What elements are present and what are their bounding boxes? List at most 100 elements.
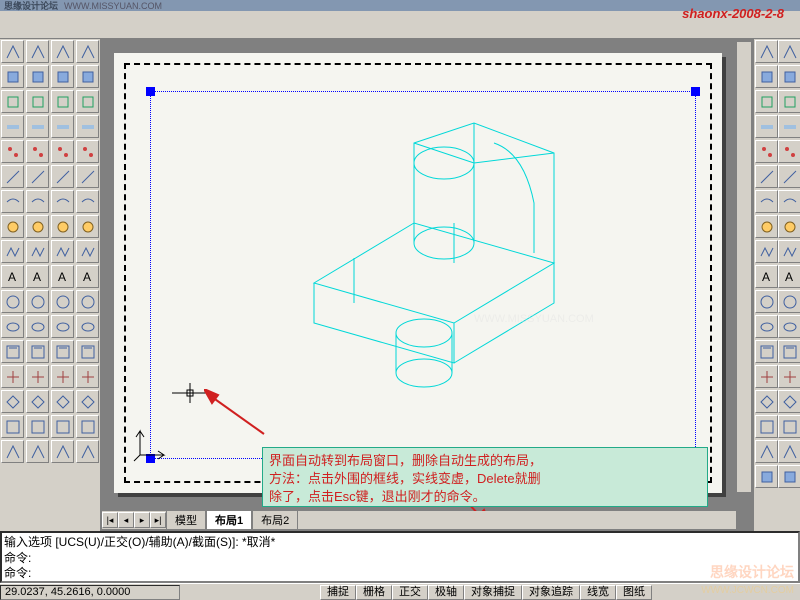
view-tool-button[interactable] (778, 290, 800, 313)
edit-tool-button[interactable] (76, 415, 99, 438)
draw-tool-button[interactable] (1, 240, 24, 263)
draw-tool-button[interactable] (1, 290, 24, 313)
view-tool-button[interactable] (778, 415, 800, 438)
solid-tool-button[interactable] (51, 115, 74, 138)
solid-tool-button[interactable] (51, 40, 74, 63)
solid-tool-button[interactable] (51, 140, 74, 163)
object-tool-button[interactable] (755, 215, 778, 238)
osnap-toggle[interactable]: 对象捕捉 (464, 585, 522, 600)
modify-tool-button[interactable] (26, 290, 49, 313)
object-tool-button[interactable] (755, 315, 778, 338)
ortho-toggle[interactable]: 正交 (392, 585, 428, 600)
edit-tool-button[interactable] (76, 115, 99, 138)
modify-tool-button[interactable] (26, 65, 49, 88)
draw-tool-button[interactable] (1, 40, 24, 63)
edit-tool-button[interactable] (76, 40, 99, 63)
view-tool-button[interactable] (778, 440, 800, 463)
draw-tool-button[interactable] (1, 440, 24, 463)
solid-tool-button[interactable] (51, 90, 74, 113)
modify-tool-button[interactable] (26, 415, 49, 438)
object-tool-button[interactable] (755, 140, 778, 163)
solid-tool-button[interactable] (51, 215, 74, 238)
lineweight-toggle[interactable]: 线宽 (580, 585, 616, 600)
edit-tool-button[interactable] (76, 315, 99, 338)
draw-tool-button[interactable] (1, 115, 24, 138)
view-tool-button[interactable] (778, 190, 800, 213)
paper-space[interactable]: 界面自动转到布局窗口，删除自动生成的布局， 方法：点击外围的框线，实线变虚，De… (102, 41, 734, 509)
edit-tool-button[interactable] (76, 215, 99, 238)
object-tool-button[interactable] (755, 390, 778, 413)
solid-tool-button[interactable] (51, 415, 74, 438)
paper-toggle[interactable]: 图纸 (616, 585, 652, 600)
grid-toggle[interactable]: 栅格 (356, 585, 392, 600)
solid-tool-button[interactable] (51, 290, 74, 313)
object-tool-button[interactable] (755, 165, 778, 188)
edit-tool-button[interactable] (76, 290, 99, 313)
modify-tool-button[interactable] (26, 340, 49, 363)
view-tool-button[interactable] (778, 340, 800, 363)
object-tool-button[interactable] (755, 40, 778, 63)
solid-tool-button[interactable] (51, 365, 74, 388)
view-tool-button[interactable] (778, 315, 800, 338)
vertical-scrollbar[interactable] (736, 41, 752, 493)
grip-handle[interactable] (691, 87, 700, 96)
command-line[interactable]: 输入选项 [UCS(U)/正交(O)/辅助(A)/截面(S)]: *取消* 命令… (0, 531, 800, 583)
edit-tool-button[interactable] (76, 440, 99, 463)
edit-tool-button[interactable]: A (76, 265, 99, 288)
modify-tool-button[interactable] (26, 40, 49, 63)
otrack-toggle[interactable]: 对象追踪 (522, 585, 580, 600)
tab-nav-first[interactable]: |◂ (102, 512, 118, 528)
modify-tool-button[interactable] (26, 315, 49, 338)
modify-tool-button[interactable] (26, 215, 49, 238)
tab-nav-prev[interactable]: ◂ (118, 512, 134, 528)
solid-tool-button[interactable] (51, 65, 74, 88)
solid-tool-button[interactable] (51, 190, 74, 213)
draw-tool-button[interactable] (1, 390, 24, 413)
modify-tool-button[interactable] (26, 140, 49, 163)
object-tool-button[interactable] (755, 115, 778, 138)
solid-tool-button[interactable]: A (51, 265, 74, 288)
draw-tool-button[interactable] (1, 65, 24, 88)
solid-tool-button[interactable] (51, 165, 74, 188)
view-tool-button[interactable]: A (778, 265, 800, 288)
draw-tool-button[interactable] (1, 215, 24, 238)
object-tool-button[interactable] (755, 190, 778, 213)
view-tool-button[interactable] (778, 140, 800, 163)
edit-tool-button[interactable] (76, 165, 99, 188)
draw-tool-button[interactable] (1, 415, 24, 438)
snap-toggle[interactable]: 捕捉 (320, 585, 356, 600)
solid-tool-button[interactable] (51, 340, 74, 363)
modify-tool-button[interactable] (26, 190, 49, 213)
solid-tool-button[interactable] (51, 315, 74, 338)
tab-nav-next[interactable]: ▸ (134, 512, 150, 528)
view-tool-button[interactable] (778, 465, 800, 488)
modify-tool-button[interactable] (26, 365, 49, 388)
view-tool-button[interactable] (778, 65, 800, 88)
edit-tool-button[interactable] (76, 90, 99, 113)
object-tool-button[interactable] (755, 290, 778, 313)
edit-tool-button[interactable] (76, 390, 99, 413)
tab-layout2[interactable]: 布局2 (252, 511, 298, 530)
tab-layout1[interactable]: 布局1 (206, 511, 252, 530)
edit-tool-button[interactable] (76, 240, 99, 263)
view-tool-button[interactable] (778, 365, 800, 388)
draw-tool-button[interactable] (1, 315, 24, 338)
solid-tool-button[interactable] (51, 240, 74, 263)
draw-tool-button[interactable]: A (1, 265, 24, 288)
object-tool-button[interactable] (755, 365, 778, 388)
view-tool-button[interactable] (778, 40, 800, 63)
tab-model[interactable]: 模型 (166, 511, 206, 530)
draw-tool-button[interactable] (1, 365, 24, 388)
object-tool-button[interactable] (755, 415, 778, 438)
modify-tool-button[interactable] (26, 115, 49, 138)
modify-tool-button[interactable] (26, 240, 49, 263)
object-tool-button[interactable] (755, 340, 778, 363)
object-tool-button[interactable]: A (755, 265, 778, 288)
edit-tool-button[interactable] (76, 65, 99, 88)
object-tool-button[interactable] (755, 465, 778, 488)
draw-tool-button[interactable] (1, 190, 24, 213)
view-tool-button[interactable] (778, 240, 800, 263)
modify-tool-button[interactable]: A (26, 265, 49, 288)
solid-tool-button[interactable] (51, 390, 74, 413)
object-tool-button[interactable] (755, 65, 778, 88)
